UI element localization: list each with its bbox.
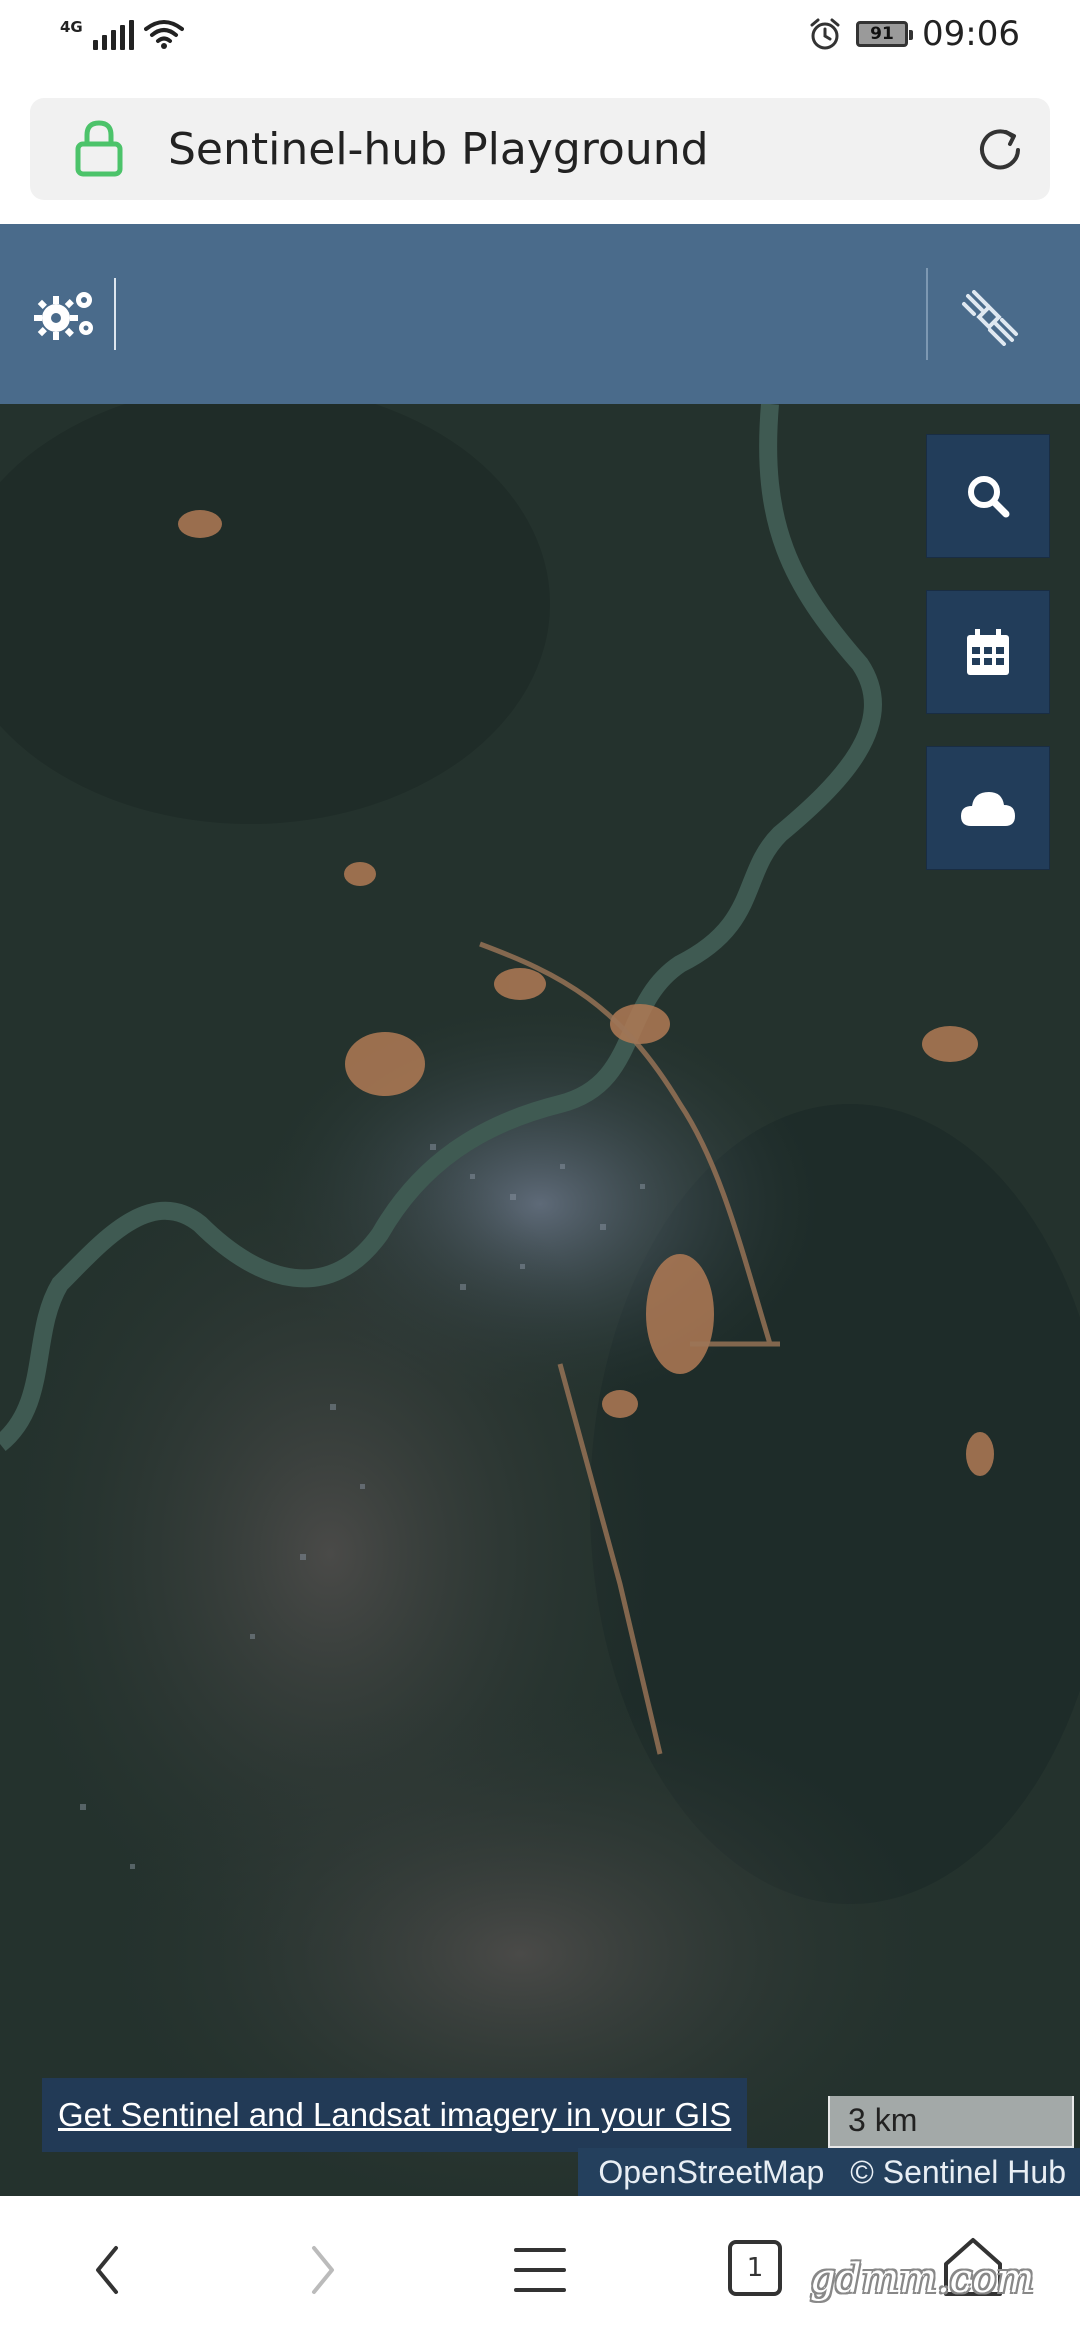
scale-label: 3 km	[848, 2102, 918, 2138]
satellite-icon[interactable]	[960, 290, 1020, 346]
promo-link[interactable]: Get Sentinel and Landsat imagery in your…	[58, 2096, 731, 2134]
cloud-icon	[961, 792, 1015, 826]
browser-bottom-bar: 1 gdmm.com	[0, 2196, 1080, 2340]
map-imagery	[0, 404, 1080, 2196]
status-right: 91 09:06	[808, 14, 1020, 54]
watermark: gdmm.com	[810, 2256, 1035, 2302]
wifi-icon	[143, 20, 184, 49]
toolbar-divider	[926, 268, 928, 360]
battery-icon: 91	[856, 21, 914, 47]
attribution-osm[interactable]: OpenStreetMap	[598, 2154, 824, 2191]
status-indicators: 4G	[60, 18, 184, 50]
calendar-button[interactable]	[926, 590, 1050, 714]
clock: 09:06	[922, 14, 1020, 54]
satellite-map[interactable]: Get Sentinel and Landsat imagery in your…	[0, 404, 1080, 2196]
toolbar-divider	[114, 278, 116, 350]
promo-banner: Get Sentinel and Landsat imagery in your…	[42, 2078, 748, 2152]
alarm-icon	[810, 18, 840, 50]
tab-count: 1	[746, 2253, 764, 2283]
network-type: 4G	[60, 18, 83, 36]
cloud-coverage-button[interactable]	[926, 746, 1050, 870]
app-toolbar	[0, 224, 1080, 404]
battery-level: 91	[870, 24, 894, 44]
map-attribution: OpenStreetMap © Sentinel Hub	[578, 2148, 1080, 2196]
forward-icon[interactable]	[302, 2242, 342, 2298]
lock-icon	[75, 120, 123, 177]
tabs-button[interactable]: 1	[728, 2240, 782, 2296]
reload-icon[interactable]	[972, 122, 1028, 178]
status-bar: 4G 91 09:06	[0, 0, 1080, 76]
calendar-icon	[967, 629, 1009, 675]
search-icon	[968, 476, 1010, 518]
settings-icon[interactable]	[34, 286, 98, 342]
search-button[interactable]	[926, 434, 1050, 558]
back-icon[interactable]	[88, 2242, 128, 2298]
attribution-sentinel[interactable]: © Sentinel Hub	[850, 2154, 1066, 2191]
menu-icon[interactable]	[512, 2244, 568, 2296]
url-bar[interactable]: Sentinel-hub Playground	[30, 98, 1050, 200]
scale-bar: 3 km	[828, 2096, 1074, 2148]
page-title: Sentinel-hub Playground	[168, 124, 709, 175]
signal-icon	[92, 20, 134, 50]
